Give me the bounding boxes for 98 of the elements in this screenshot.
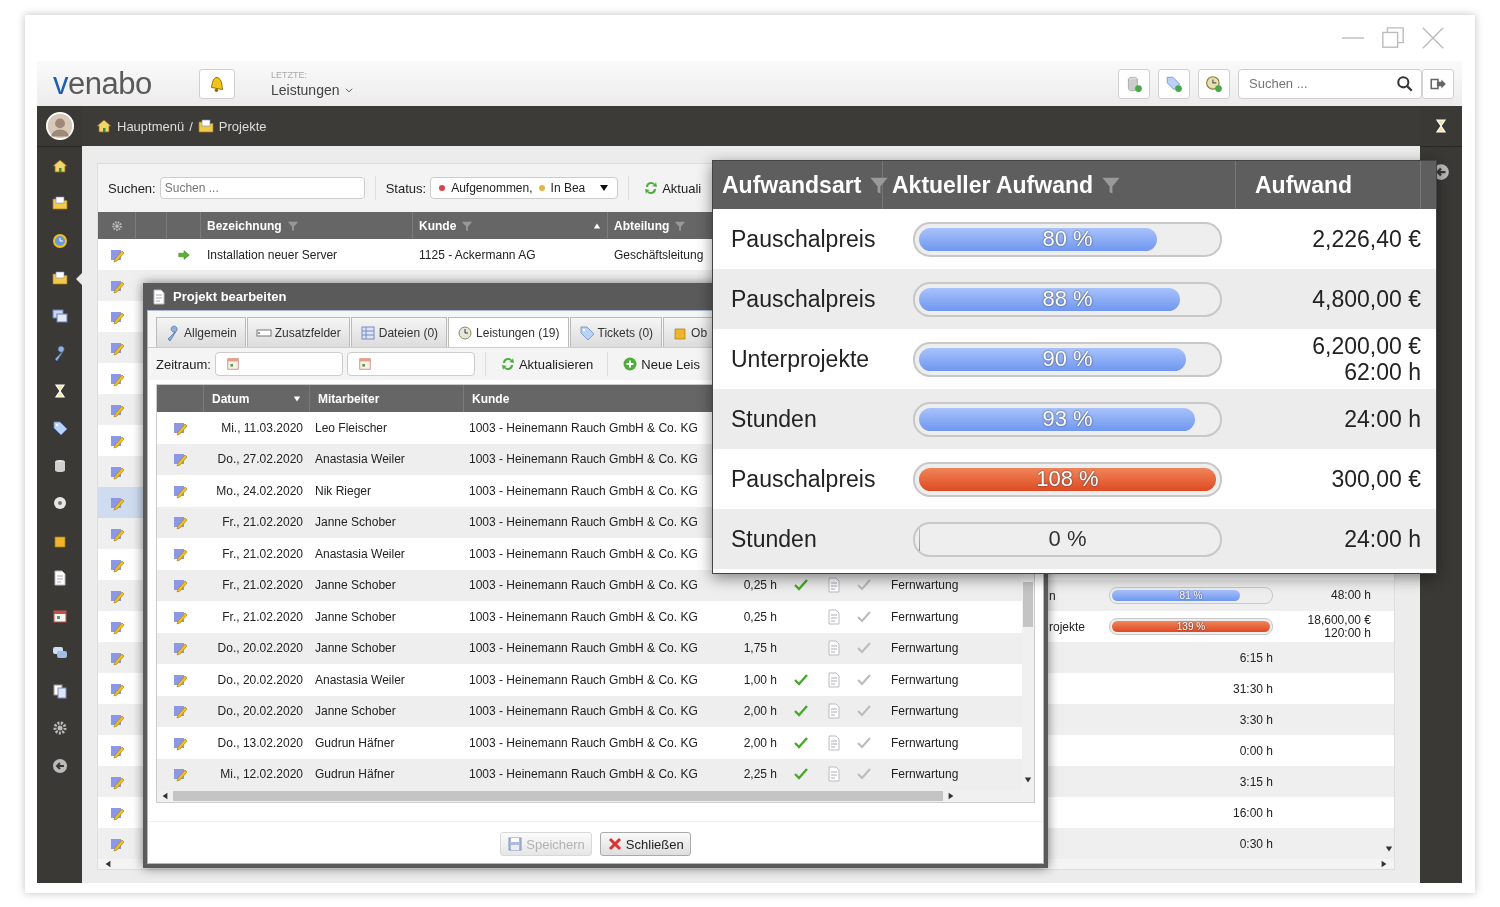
status-label: Status:: [385, 180, 427, 196]
table-cell: Do., 20.02.2020: [217, 672, 303, 687]
table-cell: Pauschalpreis: [731, 225, 876, 253]
table-cell: Geschäftsleitung: [614, 247, 704, 262]
table-cell: Do., 13.02.2020: [217, 735, 303, 750]
table-cell: 18,600,00 €: [1307, 613, 1371, 627]
table-cell: 3:15 h: [1239, 774, 1273, 789]
progress-label: 90 %: [1041, 345, 1094, 373]
table-cell: Janne Schober: [315, 609, 396, 624]
table-cell: Mi., 12.02.2020: [220, 767, 303, 782]
table-cell: Gudrun Häfner: [315, 735, 395, 750]
table-cell: Installation neuer Server: [207, 247, 338, 262]
table-cell: Do., 27.02.2020: [217, 452, 303, 467]
status-value: In Bea: [550, 181, 586, 195]
table-cell: n: [1049, 588, 1056, 603]
table-cell: 1003 - Heinemann Rauch GmbH & Co. KG: [469, 515, 698, 530]
table-cell: 1003 - Heinemann Rauch GmbH & Co. KG: [469, 483, 698, 498]
table-cell: Anastasia Weiler: [315, 546, 405, 561]
table-cell: 0:30 h: [1239, 836, 1273, 851]
table-cell: Leo Fleischer: [315, 420, 388, 435]
table-cell: Mo., 24.02.2020: [216, 483, 303, 498]
table-cell: Anastasia Weiler: [315, 672, 405, 687]
table-cell: 1003 - Heinemann Rauch GmbH & Co. KG: [469, 609, 698, 624]
table-cell: Unterprojekte: [731, 345, 870, 373]
table-cell: Stunden: [731, 525, 817, 553]
table-cell: 2,25 h: [743, 767, 777, 782]
table-cell: Fernwartung: [891, 672, 959, 687]
dialog-title: Projekt bearbeiten: [173, 289, 287, 304]
table-cell: 4,800,00 €: [1312, 286, 1421, 312]
table-cell: 1003 - Heinemann Rauch GmbH & Co. KG: [469, 420, 698, 435]
progress-label: 139 %: [1175, 620, 1207, 634]
table-cell: 1003 - Heinemann Rauch GmbH & Co. KG: [469, 767, 698, 782]
table-cell: 16:00 h: [1232, 805, 1273, 820]
progress-label: 81 %: [1178, 589, 1204, 603]
column-header: Aufwandsart: [722, 171, 862, 199]
table-cell: 0,25 h: [743, 578, 777, 593]
table-cell: 2,226,40 €: [1312, 226, 1421, 252]
table-cell: 31:30 h: [1232, 681, 1273, 696]
progress-label: 108 %: [1035, 465, 1100, 493]
table-cell: 0,25 h: [743, 609, 777, 624]
table-cell: Fernwartung: [891, 704, 959, 719]
table-cell: Fernwartung: [891, 767, 959, 782]
table-cell: Janne Schober: [315, 515, 396, 530]
table-cell: Fr., 21.02.2020: [222, 578, 303, 593]
table-cell: 120:00 h: [1324, 626, 1371, 640]
table-cell: 1003 - Heinemann Rauch GmbH & Co. KG: [469, 546, 698, 561]
table-cell: rojekte: [1049, 619, 1086, 634]
table-cell: 1003 - Heinemann Rauch GmbH & Co. KG: [469, 578, 698, 593]
table-cell: Do., 20.02.2020: [217, 641, 303, 656]
table-cell: Gudrun Häfner: [315, 767, 395, 782]
progress-label: 0 %: [1047, 525, 1088, 553]
column-header: Aktueller Aufwand: [892, 171, 1094, 199]
table-cell: 1003 - Heinemann Rauch GmbH & Co. KG: [469, 672, 698, 687]
progress-label: 88 %: [1041, 285, 1094, 313]
table-cell: 1003 - Heinemann Rauch GmbH & Co. KG: [469, 704, 698, 719]
table-cell: 6,200,00 €: [1312, 333, 1421, 359]
table-cell: 48:00 h: [1330, 589, 1371, 602]
progress-label: 93 %: [1041, 405, 1094, 433]
table-cell: Fr., 21.02.2020: [222, 515, 303, 530]
table-cell: Janne Schober: [315, 641, 396, 656]
table-cell: Do., 20.02.2020: [217, 704, 303, 719]
table-cell: 1125 - Ackermann AG: [419, 247, 536, 262]
table-cell: Fernwartung: [891, 578, 959, 593]
table-cell: 24:00 h: [1344, 526, 1421, 552]
table-cell: Fernwartung: [891, 641, 959, 656]
recent-label: LETZTE:: [271, 69, 308, 80]
breadcrumb-separator: /: [189, 118, 193, 134]
table-cell: 1003 - Heinemann Rauch GmbH & Co. KG: [469, 452, 698, 467]
logo: venabo: [53, 65, 153, 102]
table-cell: 1003 - Heinemann Rauch GmbH & Co. KG: [469, 641, 698, 656]
table-cell: Fr., 21.02.2020: [222, 546, 303, 561]
table-cell: Janne Schober: [315, 704, 396, 719]
table-cell: 0:00 h: [1239, 743, 1273, 758]
table-cell: Nik Rieger: [315, 483, 371, 498]
table-cell: Fernwartung: [891, 609, 959, 624]
table-cell: Pauschalpreis: [731, 285, 876, 313]
table-cell: 1,00 h: [743, 672, 777, 687]
table-cell: 62:00 h: [1344, 359, 1421, 385]
table-cell: Anastasia Weiler: [315, 452, 405, 467]
table-cell: Stunden: [731, 405, 817, 433]
table-cell: 2,00 h: [743, 735, 777, 750]
column-header: Aufwand: [1255, 171, 1353, 199]
table-cell: Fernwartung: [891, 735, 959, 750]
table-cell: 6:15 h: [1239, 650, 1273, 665]
table-cell: Pauschalpreis: [731, 465, 876, 493]
table-cell: 24:00 h: [1344, 406, 1421, 432]
period-label: Zeitraum:: [156, 356, 211, 372]
table-cell: Mi., 11.03.2020: [221, 420, 303, 435]
progress-label: 80 %: [1041, 225, 1094, 253]
table-cell: Fr., 21.02.2020: [222, 609, 303, 624]
table-cell: 3:30 h: [1239, 712, 1273, 727]
table-cell: 1,75 h: [743, 641, 777, 656]
status-value: Aufgenommen,: [451, 181, 533, 195]
table-cell: 300,00 €: [1331, 466, 1421, 492]
table-cell: Janne Schober: [315, 578, 396, 593]
table-cell: 1003 - Heinemann Rauch GmbH & Co. KG: [469, 735, 698, 750]
search-label: Suchen:: [108, 180, 156, 196]
table-cell: 2,00 h: [743, 704, 777, 719]
